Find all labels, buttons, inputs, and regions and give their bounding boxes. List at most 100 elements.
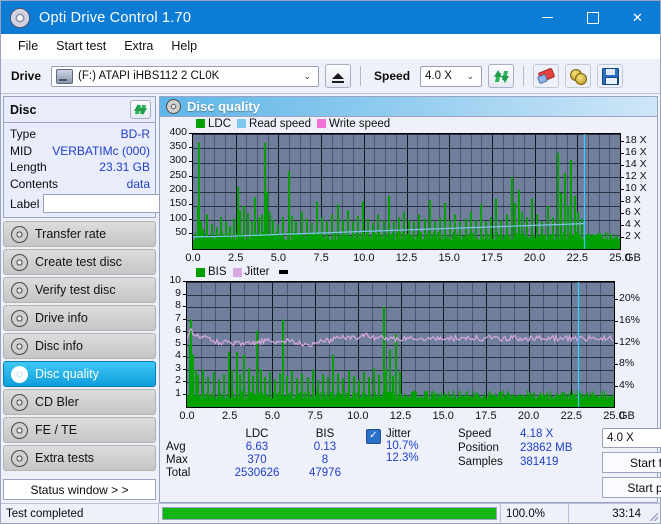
disc-icon — [11, 337, 28, 355]
sidebar-item-drive-info[interactable]: Drive info — [3, 305, 156, 331]
disc-rescan-button[interactable] — [130, 100, 151, 119]
speed-select-value: 4.0 X — [425, 70, 452, 82]
disc-row-contents: Contents data — [10, 176, 150, 193]
legend-swatch — [237, 119, 247, 129]
chart-bis-jitter[interactable]: 1 2 3 4 5 6 7 8 9 10 4% 8% 12% 16% 20% 0.0 2.5 5.0 7.5 10.0… — [160, 274, 657, 424]
disc-quality-icon — [166, 99, 181, 114]
refresh-icon — [134, 103, 147, 116]
toolbar-divider — [360, 66, 362, 86]
disc-label-key: Label — [10, 196, 40, 211]
info-key-speed: Speed — [458, 428, 492, 440]
legend-item-jitter: Jitter — [232, 266, 269, 278]
y-axis-tick: 10 — [169, 274, 181, 287]
y-axis-tickmark — [189, 233, 192, 235]
y2-axis-tickmark — [621, 224, 624, 226]
chart-ldc[interactable]: 50 100 150 200 250 300 350 400 2 X4 X6 X8 X 10 X1… — [160, 126, 657, 266]
y-axis-tick: 300 — [169, 154, 187, 167]
sidebar-item-create-test-disc[interactable]: Create test disc — [3, 249, 156, 275]
sidebar-item-extra-tests[interactable]: Extra tests — [3, 445, 156, 471]
chevron-down-icon: ⌄ — [466, 70, 475, 81]
drive-select[interactable]: (F:) ATAPI iHBS112 2 CL0K ⌄ — [51, 65, 320, 87]
y-axis-tickmark — [183, 306, 186, 308]
disc-icon — [11, 421, 28, 439]
disc-icon — [11, 281, 28, 299]
y2-axis-tick: 12% — [619, 335, 641, 348]
legend-swatch — [232, 267, 242, 277]
y-axis-tickmark — [183, 393, 186, 395]
eject-button[interactable] — [325, 64, 352, 88]
y2-axis-tickmark — [615, 364, 618, 366]
start-part-button[interactable]: Start part — [602, 477, 661, 498]
y2-axis-tickmark — [621, 212, 624, 214]
refresh-button[interactable] — [488, 64, 515, 88]
sidebar-item-verify-test-disc[interactable]: Verify test disc — [3, 277, 156, 303]
sidebar-item-cd-bler[interactable]: CD Bler — [3, 389, 156, 415]
x-axis-tick: 15.0 — [432, 410, 454, 423]
test-speed-select[interactable]: 4.0 X ⌄ — [602, 428, 661, 448]
refresh-icon — [493, 69, 509, 84]
drive-select-value: (F:) ATAPI iHBS112 2 CL0K — [78, 70, 220, 82]
y-axis-tickmark — [189, 146, 192, 148]
y-axis-tick: 8 — [175, 299, 181, 312]
maximize-button[interactable] — [570, 1, 615, 34]
menu-bar: File Start test Extra Help — [1, 34, 660, 59]
chart1-legend: LDC Read speed Write speed — [160, 117, 657, 131]
x-axis-tick: 17.5 — [481, 251, 503, 264]
y2-axis-tick: 6 X — [625, 205, 641, 218]
discs-icon — [570, 69, 588, 85]
sidebar-item-label: Disc quality — [35, 367, 99, 381]
y-axis-tick: 400 — [169, 125, 187, 138]
legend-swatch — [317, 119, 327, 129]
menu-item-start-test[interactable]: Start test — [47, 37, 115, 55]
test-actions: 4.0 X ⌄ Start full Start part — [594, 428, 661, 502]
start-full-button[interactable]: Start full — [602, 452, 661, 473]
disc-tools-button[interactable] — [565, 64, 592, 88]
menu-item-file[interactable]: File — [9, 37, 47, 55]
y-axis-tick: 7 — [175, 311, 181, 324]
x-axis-tick: 7.5 — [313, 251, 329, 264]
sidebar-item-fe-te[interactable]: FE / TE — [3, 417, 156, 443]
sidebar-item-disc-info[interactable]: Disc info — [3, 333, 156, 359]
y-axis-tickmark — [183, 368, 186, 370]
close-button[interactable]: ✕ — [615, 1, 660, 34]
y2-axis-tick: 4% — [619, 378, 635, 391]
save-button[interactable] — [597, 64, 624, 88]
eject-icon — [332, 73, 345, 83]
y-axis-tick: 200 — [169, 183, 187, 196]
sidebar-item-label: Transfer rate — [35, 227, 107, 241]
x-axis-unit: GB — [625, 251, 641, 264]
sidebar-item-label: Drive info — [35, 311, 88, 325]
sidebar-item-label: CD Bler — [35, 395, 79, 409]
y2-axis-tick: 8% — [619, 357, 635, 370]
jitter-checkbox[interactable]: ✓ — [366, 429, 381, 444]
app-window: Opti Drive Control 1.70 ✕ File Start tes… — [0, 0, 661, 524]
y2-axis-tickmark — [621, 140, 624, 142]
menu-item-help[interactable]: Help — [162, 37, 206, 55]
jitter-block: ✓ Jitter 10.7% 12.3% — [366, 428, 458, 502]
y-axis-tick: 2 — [175, 374, 181, 387]
info-value-samples: 381419 — [520, 456, 559, 468]
sidebar-item-disc-quality[interactable]: Disc quality — [3, 361, 156, 387]
resize-grip[interactable] — [646, 504, 660, 523]
sidebar-item-label: Extra tests — [35, 451, 95, 465]
window-title: Opti Drive Control 1.70 — [39, 9, 192, 26]
disc-icon — [11, 393, 28, 411]
y-axis-tickmark — [189, 190, 192, 192]
erase-button[interactable] — [533, 64, 560, 88]
menu-item-extra[interactable]: Extra — [115, 37, 162, 55]
y-axis-tickmark — [183, 343, 186, 345]
disc-icon — [11, 365, 28, 383]
stats-total-ldc: 2530626 — [234, 467, 280, 479]
y-axis-tickmark — [189, 175, 192, 177]
status-window-button[interactable]: Status window > > — [3, 479, 156, 500]
legend-label: Read speed — [249, 117, 312, 130]
speed-select[interactable]: 4.0 X ⌄ — [420, 65, 483, 87]
y2-axis-tickmark — [615, 320, 618, 322]
y2-axis-tick: 16% — [619, 313, 641, 326]
plot-area — [192, 132, 621, 250]
legend-label: Write speed — [329, 117, 391, 130]
y2-axis-tick: 18 X — [625, 133, 647, 146]
legend-marker-icon — [279, 270, 289, 275]
minimize-button[interactable] — [525, 1, 570, 34]
sidebar-item-transfer-rate[interactable]: Transfer rate — [3, 221, 156, 247]
